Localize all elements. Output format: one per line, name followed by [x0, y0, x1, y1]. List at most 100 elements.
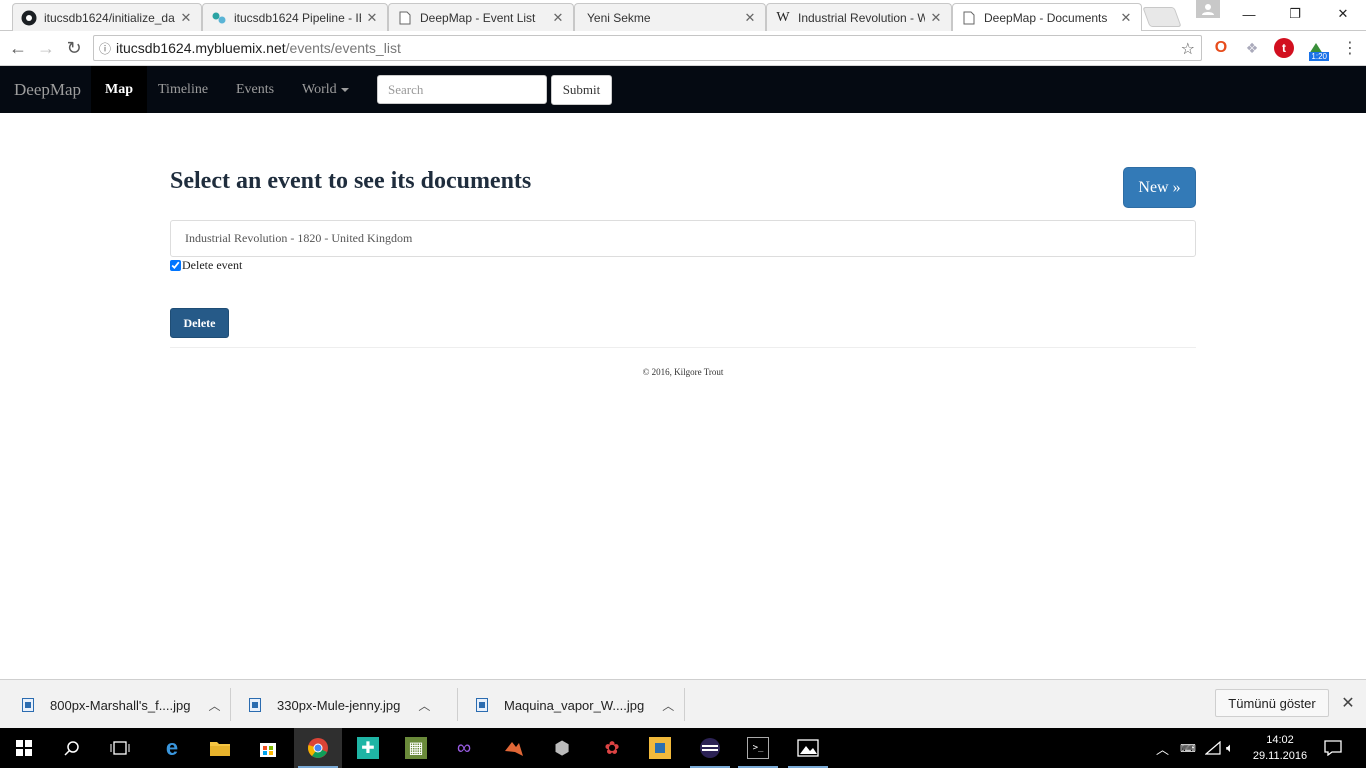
photos-glyph: [797, 737, 819, 759]
close-icon[interactable]: ✕: [929, 10, 943, 26]
tab-documents[interactable]: DeepMap - Documents ✕: [952, 3, 1142, 32]
terminal-glyph: >_: [747, 737, 769, 759]
chevron-up-icon[interactable]: ︿: [209, 697, 221, 714]
footer-divider: [170, 347, 1196, 348]
close-icon[interactable]: ✕: [179, 10, 193, 26]
restore-icon[interactable]: ❐: [1272, 0, 1318, 28]
volume-muted-icon[interactable]: 🔈︎: [1226, 728, 1234, 768]
bookmark-star-icon[interactable]: ☆: [1181, 39, 1195, 59]
chrome-icon[interactable]: [294, 728, 342, 768]
app-bug-icon[interactable]: ✿: [588, 728, 636, 768]
download-filename: 800px-Marshall's_f....jpg: [50, 697, 191, 713]
matlab-icon[interactable]: [490, 728, 538, 768]
vs-glyph: ∞: [456, 736, 472, 759]
delete-button[interactable]: Delete: [170, 308, 229, 338]
image-file-icon: [22, 698, 34, 712]
info-icon[interactable]: ⓘ: [94, 40, 116, 57]
t-extension-icon[interactable]: t: [1274, 38, 1294, 58]
file-explorer-icon[interactable]: [196, 728, 244, 768]
window-close-icon[interactable]: ✕: [1320, 0, 1366, 28]
tray-chevron-up-icon[interactable]: ︿: [1156, 728, 1169, 768]
page-title: Select an event to see its documents: [170, 168, 532, 194]
chevron-up-icon[interactable]: ︿: [418, 697, 430, 714]
tab-title: DeepMap - Event List: [420, 10, 536, 25]
tab-new-tab[interactable]: Yeni Sekme ✕: [574, 3, 766, 31]
submit-button[interactable]: Submit: [551, 75, 612, 105]
search-icon[interactable]: [48, 728, 96, 768]
windows-logo-icon: [13, 737, 35, 759]
page-icon: [961, 10, 977, 26]
forward-icon[interactable]: →: [34, 36, 58, 60]
nav-events[interactable]: Events: [222, 66, 288, 113]
eclipse-icon[interactable]: [686, 728, 734, 768]
close-icon[interactable]: ✕: [365, 10, 379, 26]
magnifier-glyph: [61, 737, 83, 759]
eclipse-glyph: [699, 737, 721, 759]
action-center-icon[interactable]: [1324, 728, 1342, 768]
tool-glyph: ▦: [405, 737, 427, 759]
frame-glyph: [649, 737, 671, 759]
new-event-button[interactable]: New »: [1123, 167, 1196, 208]
brand-link[interactable]: DeepMap: [14, 66, 81, 113]
new-tab-button[interactable]: [1142, 7, 1182, 27]
start-button[interactable]: [0, 728, 48, 768]
nav-map[interactable]: Map: [91, 66, 147, 113]
nav-timeline[interactable]: Timeline: [144, 66, 222, 113]
page-icon: [397, 10, 413, 26]
profile-icon[interactable]: [1196, 0, 1220, 18]
download-separator: [457, 688, 458, 721]
download-separator: [684, 688, 685, 721]
reload-icon[interactable]: ↻: [62, 36, 86, 60]
taskbar-clock[interactable]: 14:02 29.11.2016: [1248, 732, 1312, 764]
download-filename: Maquina_vapor_W....jpg: [504, 697, 645, 713]
address-bar[interactable]: ⓘ itucsdb1624.mybluemix.net/events/event…: [93, 35, 1202, 61]
tab-github[interactable]: itucsdb1624/initialize_da ✕: [12, 3, 202, 31]
store-glyph: [257, 737, 279, 759]
search-input[interactable]: [377, 75, 547, 104]
keyboard-ime-icon[interactable]: ⌨: [1180, 728, 1196, 768]
download-item[interactable]: 330px-Mule-jenny.jpg ︿: [249, 687, 430, 723]
delete-event-checkbox[interactable]: [170, 259, 181, 271]
dropbox-icon[interactable]: ❖: [1242, 38, 1262, 58]
delete-event-option[interactable]: Delete event: [170, 257, 242, 273]
matlab-glyph: [503, 737, 525, 759]
task-view-glyph: [109, 737, 131, 759]
close-icon[interactable]: ✕: [551, 10, 565, 26]
url-host: itucsdb1624.mybluemix.net: [116, 40, 286, 56]
nav-world-dropdown[interactable]: World: [288, 66, 363, 113]
tab-event-list[interactable]: DeepMap - Event List ✕: [388, 3, 574, 31]
image-file-icon: [476, 698, 488, 712]
app-plus-icon[interactable]: ✚: [344, 728, 392, 768]
caret-down-icon: [340, 87, 349, 92]
wikipedia-icon: W: [776, 9, 790, 25]
close-icon[interactable]: ✕: [1119, 10, 1133, 26]
download-separator: [230, 688, 231, 721]
virtualbox-icon[interactable]: ⬢: [538, 728, 586, 768]
app-tool-icon[interactable]: ▦: [392, 728, 440, 768]
store-icon[interactable]: [244, 728, 292, 768]
visual-studio-icon[interactable]: ∞: [440, 728, 488, 768]
photos-icon[interactable]: [784, 728, 832, 768]
edge-icon[interactable]: e: [148, 728, 196, 768]
clock-date: 29.11.2016: [1252, 750, 1308, 762]
chrome-menu-icon[interactable]: ⋮: [1340, 38, 1360, 58]
wifi-icon[interactable]: [1205, 728, 1221, 768]
tab-pipeline[interactable]: itucsdb1624 Pipeline - IB ✕: [202, 3, 388, 31]
back-icon[interactable]: ←: [6, 36, 30, 60]
task-view-icon[interactable]: [96, 728, 144, 768]
download-item[interactable]: Maquina_vapor_W....jpg ︿: [476, 687, 674, 723]
app-frame-icon[interactable]: [636, 728, 684, 768]
chevron-up-icon[interactable]: ︿: [662, 697, 674, 714]
download-item[interactable]: 800px-Marshall's_f....jpg ︿: [22, 687, 221, 723]
tab-title: Industrial Revolution - W: [798, 10, 925, 25]
tab-wikipedia[interactable]: W Industrial Revolution - W ✕: [766, 3, 952, 31]
terminal-icon[interactable]: >_: [734, 728, 782, 768]
show-all-downloads-button[interactable]: Tümünü göster: [1215, 689, 1329, 717]
close-icon[interactable]: ✕: [1339, 693, 1357, 713]
office-icon[interactable]: O: [1211, 38, 1231, 58]
close-icon[interactable]: ✕: [743, 10, 757, 26]
event-list-item[interactable]: Industrial Revolution - 1820 - United Ki…: [185, 221, 412, 256]
timer-extension-icon[interactable]: 1:20: [1305, 38, 1329, 61]
site-navbar: DeepMap Map Timeline Events World Submit: [0, 66, 1366, 113]
minimize-icon[interactable]: —: [1226, 0, 1272, 28]
